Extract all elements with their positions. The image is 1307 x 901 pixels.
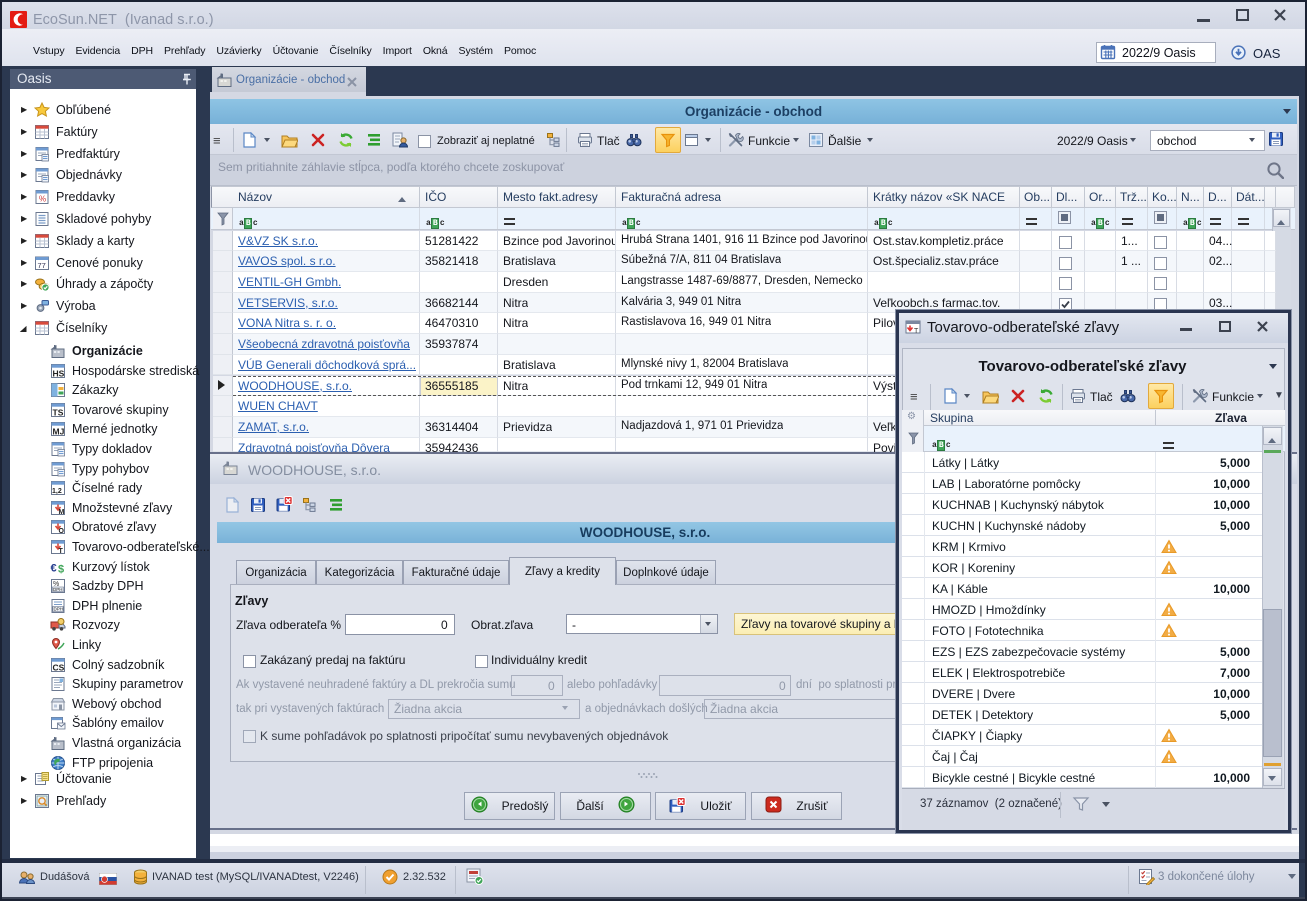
svg-text:77: 77	[38, 261, 46, 270]
svg-text:$: $	[58, 564, 64, 576]
svg-text:M: M	[59, 509, 65, 516]
svg-text:CS: CS	[53, 663, 65, 673]
svg-text:DPH: DPH	[54, 607, 64, 612]
svg-text:1,2: 1,2	[52, 488, 62, 495]
svg-text:T: T	[914, 328, 919, 335]
svg-text:€: €	[51, 563, 57, 575]
svg-text:MJ: MJ	[53, 427, 65, 437]
svg-text:%: %	[39, 195, 46, 204]
svg-text:DPH: DPH	[53, 587, 63, 592]
svg-text:T: T	[59, 548, 64, 555]
svg-text:TS: TS	[53, 408, 64, 418]
svg-text:HS: HS	[53, 369, 65, 379]
svg-text:O: O	[59, 528, 65, 535]
